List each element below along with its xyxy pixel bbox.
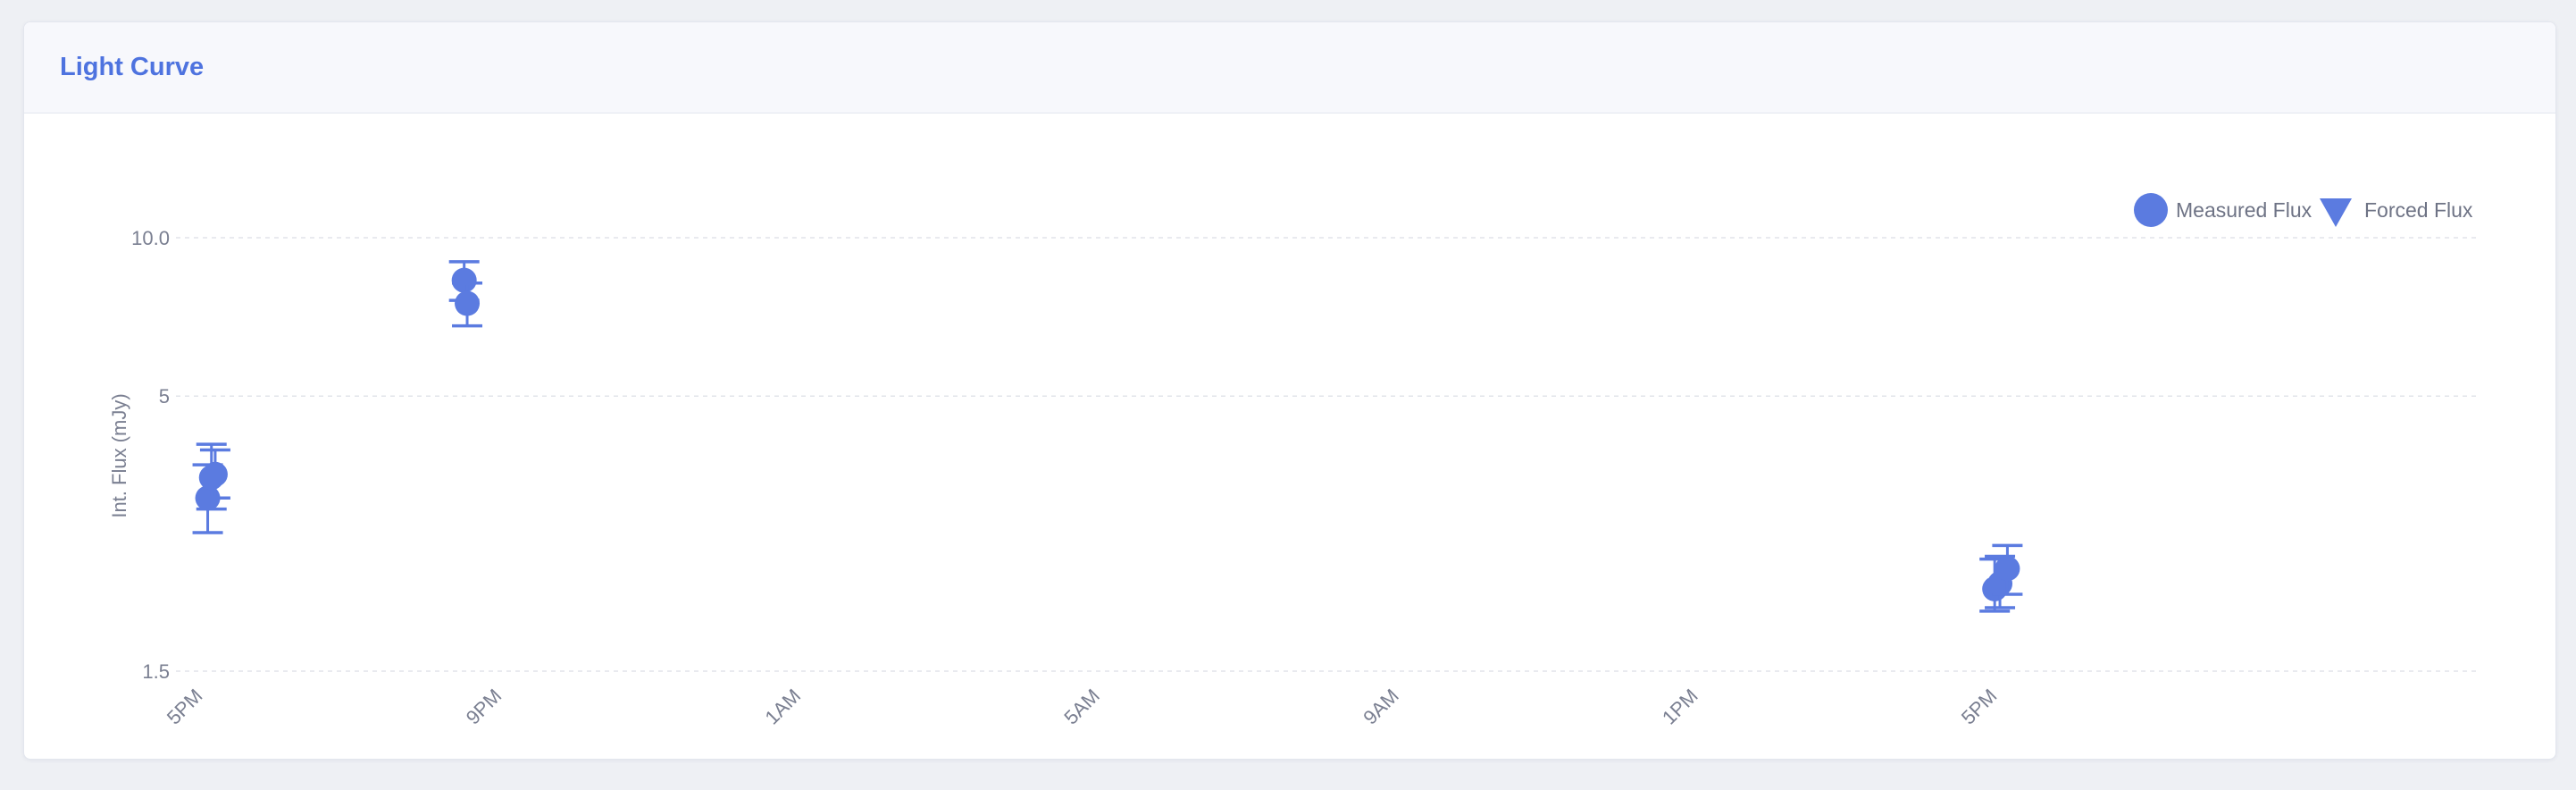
legend-label: Measured Flux	[2176, 198, 2313, 222]
x-tick-label: 1PM	[1658, 685, 1702, 729]
y-tick-label: 5	[159, 385, 170, 408]
y-tick-label: 1.5	[142, 660, 170, 683]
card-header: Light Curve	[24, 22, 2555, 113]
x-tick-label: 9AM	[1359, 685, 1403, 729]
y-tick-label: 10.0	[131, 227, 170, 249]
legend-label: Forced Flux	[2364, 198, 2473, 222]
circle-legend-icon	[2134, 193, 2168, 227]
chart-svg: 10.0 5 1.5 5PM 9PM 1AM 5AM 9AM 1PM 5PM Int. Flux…	[108, 193, 2476, 729]
y-axis-ticks: 10.0 5 1.5	[131, 227, 170, 683]
x-tick-label: 5AM	[1059, 685, 1104, 729]
y-axis-title: Int. Flux (mJy)	[108, 393, 130, 517]
light-curve-card: Light Curve 10.0 5 1.5 5PM 9PM 1AM 5AM 9AM 1PM 5…	[23, 21, 2556, 760]
card-title: Light Curve	[60, 53, 205, 81]
legend-item[interactable]: Forced Flux	[2320, 198, 2473, 227]
x-axis-ticks: 5PM 9PM 1AM 5AM 9AM 1PM 5PM	[163, 685, 2002, 729]
measured-flux-marker	[455, 290, 481, 316]
triangle-legend-icon	[2320, 198, 2352, 227]
light-curve-chart: 10.0 5 1.5 5PM 9PM 1AM 5AM 9AM 1PM 5PM Int. Flux…	[24, 114, 2555, 758]
x-tick-label: 5PM	[163, 685, 207, 729]
measured-flux-marker	[202, 461, 228, 487]
grid-layer	[176, 237, 2476, 672]
x-tick-label: 9PM	[462, 685, 506, 729]
measured-flux-marker	[1995, 556, 2020, 582]
x-tick-label: 1AM	[761, 685, 806, 729]
legend-item[interactable]: Measured Flux	[2134, 193, 2313, 227]
measured-flux-marker	[451, 267, 477, 293]
series-layer	[192, 260, 2023, 613]
x-tick-label: 5PM	[1957, 685, 2002, 729]
legend: Measured Flux Forced Flux	[2134, 193, 2473, 227]
